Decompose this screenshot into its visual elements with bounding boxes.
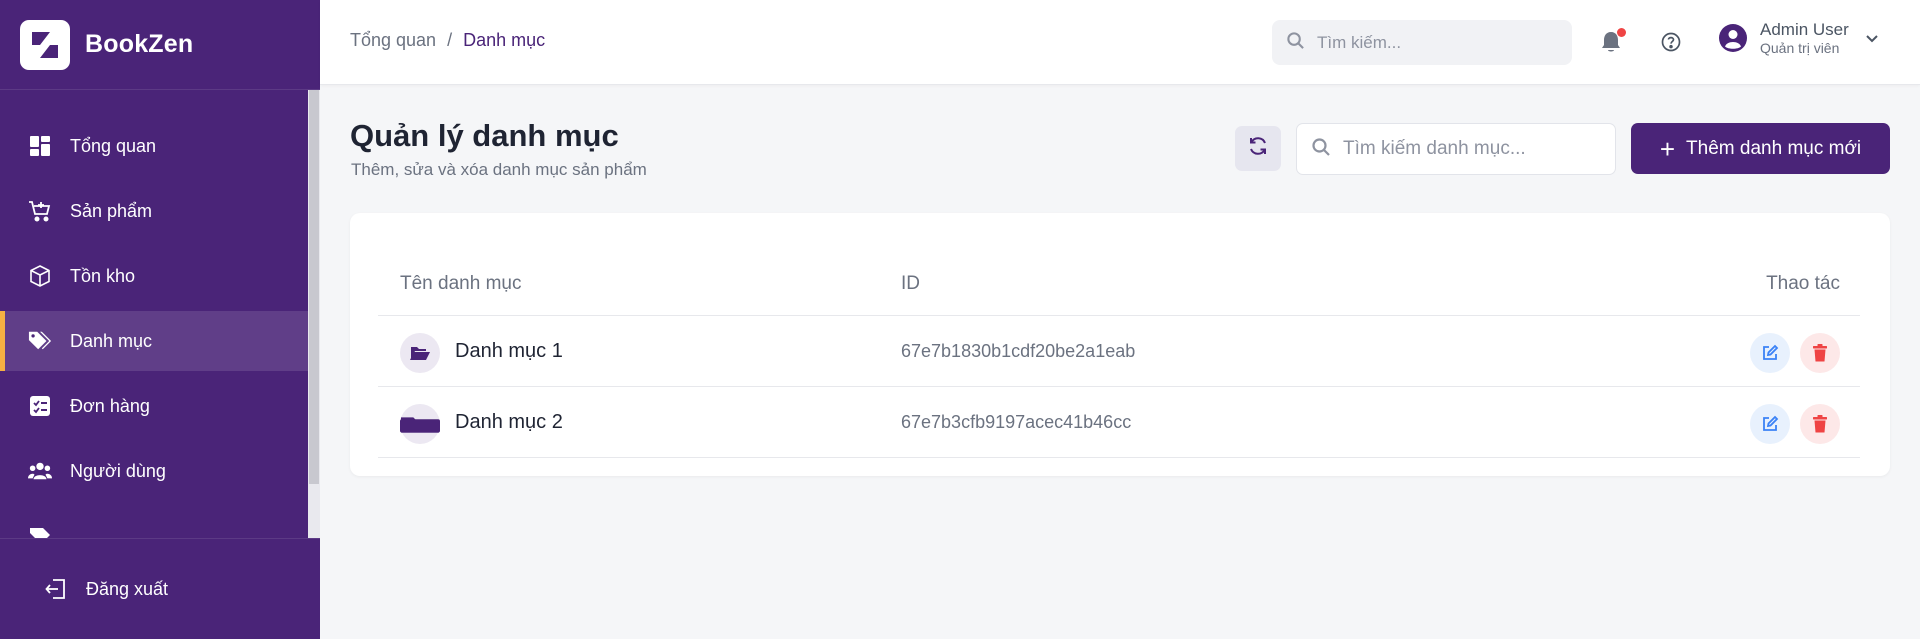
chevron-down-icon [1863,29,1881,47]
order-list-icon [28,394,52,418]
refresh-icon [1247,135,1269,162]
sidebar-item-label: Đơn hàng [70,395,150,416]
logout-icon [44,577,68,601]
category-id: 67e7b1830b1cdf20be2a1eab [901,341,1136,361]
brand-name: BookZen [85,30,194,58]
box-icon [28,264,52,288]
logout-button[interactable]: Đăng xuất [0,538,320,639]
tags-icon [28,329,52,353]
breadcrumb: Tổng quan / Danh mục [350,30,545,51]
sidebar-item-users[interactable]: Người dùng [0,441,308,501]
breadcrumb-separator: / [447,30,453,50]
refresh-button[interactable] [1235,126,1281,171]
sidebar-item-products[interactable]: Sản phẩm [0,181,308,241]
help-button[interactable] [1660,31,1684,55]
sidebar: BookZen Tổng quan Sản phẩm Tồn kho Danh … [0,0,320,639]
column-header-id: ID [901,273,920,294]
cart-icon [28,199,52,223]
topbar: Tổng quan / Danh mục Admin User Quản trị… [320,0,1920,85]
category-name: Danh mục 2 [455,411,563,433]
category-search-box[interactable] [1296,123,1616,175]
sidebar-nav: Tổng quan Sản phẩm Tồn kho Danh mục Đơn … [0,90,308,538]
user-role: Quản trị viên [1760,39,1840,56]
category-id: 67e7b3cfb9197acec41b46cc [901,412,1132,432]
sidebar-item-label: Tồn kho [70,265,136,286]
page-subtitle: Thêm, sửa và xóa danh mục sản phẩm [351,160,647,179]
sidebar-item-categories[interactable]: Danh mục [0,311,308,371]
user-name: Admin User [1760,20,1849,39]
sidebar-item-label: Sản phẩm [70,200,153,221]
categories-table: Tên danh mục ID Thao tác Danh mục 1 67e7… [350,213,1890,476]
plus-icon: + [1659,133,1676,164]
breadcrumb-current: Danh mục [463,30,546,50]
category-name: Danh mục 1 [455,340,563,362]
folder-open-icon [400,333,440,373]
sidebar-scrollbar[interactable] [308,90,320,538]
help-icon [1660,32,1682,57]
sidebar-item-label: Tổng quan [70,135,157,156]
delete-button[interactable] [1800,404,1840,444]
add-category-button[interactable]: + Thêm danh mục mới [1631,123,1890,174]
delete-button[interactable] [1800,333,1840,373]
sidebar-item-label: Danh mục [70,330,153,351]
scrollbar-thumb[interactable] [309,90,319,484]
avatar-icon [1718,23,1748,53]
search-icon [1286,31,1305,55]
top-search-box[interactable] [1272,20,1572,65]
category-search-input[interactable] [1343,138,1593,160]
table-row: Danh mục 2 67e7b3cfb9197acec41b46cc [378,387,1860,458]
trash-icon [1813,415,1827,433]
page-title: Quản lý danh mục [350,118,619,153]
brand[interactable]: BookZen [0,0,320,90]
ticket-icon [28,524,52,538]
sidebar-item-inventory[interactable]: Tồn kho [0,246,308,306]
sidebar-item-label: Người dùng [70,460,166,481]
sidebar-item-more[interactable] [0,506,308,538]
edit-icon [1763,415,1779,431]
search-icon [1311,137,1331,162]
trash-icon [1813,344,1827,362]
edit-button[interactable] [1750,404,1790,444]
logout-label: Đăng xuất [86,578,169,599]
add-category-label: Thêm danh mục mới [1686,137,1862,159]
folder-icon [400,404,440,444]
edit-icon [1763,344,1779,360]
sidebar-item-dashboard[interactable]: Tổng quan [0,116,308,176]
bell-icon [1600,32,1622,58]
notification-button[interactable] [1600,28,1626,58]
table-header: Tên danh mục ID Thao tác [378,259,1860,316]
user-menu[interactable]: Admin User Quản trị viên [1718,20,1881,56]
notification-dot [1617,28,1626,37]
column-header-name: Tên danh mục [400,273,522,294]
users-icon [28,459,52,483]
column-header-actions: Thao tác [1766,273,1840,294]
table-row: Danh mục 1 67e7b1830b1cdf20be2a1eab [378,316,1860,387]
breadcrumb-root[interactable]: Tổng quan [350,30,436,51]
sidebar-item-orders[interactable]: Đơn hàng [0,376,308,436]
bookzen-logo-icon [20,19,70,70]
top-search-input[interactable] [1317,32,1537,53]
edit-button[interactable] [1750,333,1790,373]
dashboard-icon [28,134,52,158]
